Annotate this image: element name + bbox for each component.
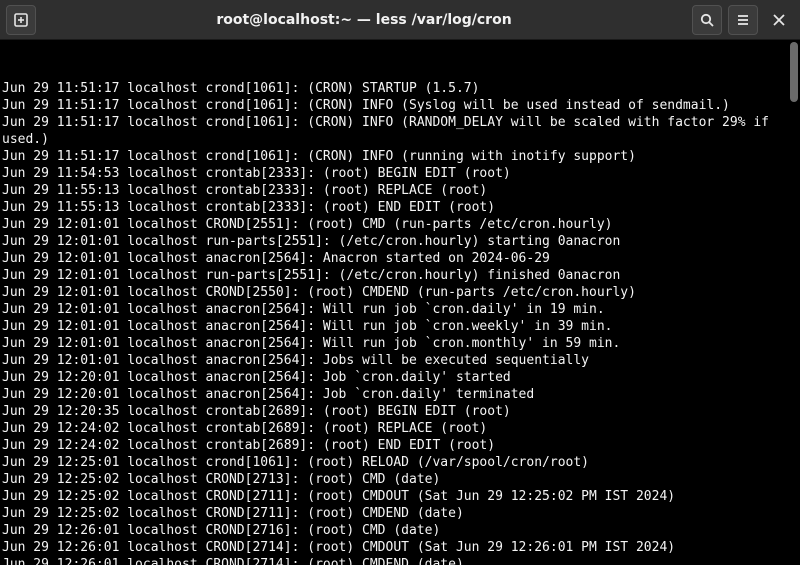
log-output: Jun 29 11:51:17 localhost crond[1061]: (… bbox=[2, 80, 798, 565]
log-line: Jun 29 12:01:01 localhost CROND[2550]: (… bbox=[2, 284, 798, 301]
new-tab-button[interactable] bbox=[6, 5, 36, 35]
window-titlebar: root@localhost:~ — less /var/log/cron bbox=[0, 0, 800, 40]
close-icon bbox=[772, 13, 786, 27]
log-line: Jun 29 12:26:01 localhost CROND[2714]: (… bbox=[2, 556, 798, 565]
close-button[interactable] bbox=[764, 5, 794, 35]
scrollbar-track[interactable] bbox=[788, 40, 800, 565]
window-title: root@localhost:~ — less /var/log/cron bbox=[36, 12, 692, 28]
scrollbar-thumb[interactable] bbox=[790, 42, 798, 102]
log-line: Jun 29 12:01:01 localhost CROND[2551]: (… bbox=[2, 216, 798, 233]
log-line: Jun 29 12:20:01 localhost anacron[2564]:… bbox=[2, 369, 798, 386]
log-line: Jun 29 12:25:02 localhost CROND[2711]: (… bbox=[2, 505, 798, 522]
log-line: Jun 29 12:24:02 localhost crontab[2689]:… bbox=[2, 437, 798, 454]
log-line: Jun 29 12:01:01 localhost anacron[2564]:… bbox=[2, 352, 798, 369]
log-line: Jun 29 12:25:02 localhost CROND[2713]: (… bbox=[2, 471, 798, 488]
log-line: Jun 29 12:01:01 localhost anacron[2564]:… bbox=[2, 318, 798, 335]
log-line: Jun 29 11:55:13 localhost crontab[2333]:… bbox=[2, 199, 798, 216]
log-line: Jun 29 12:26:01 localhost CROND[2714]: (… bbox=[2, 539, 798, 556]
search-icon bbox=[699, 12, 715, 28]
log-line: Jun 29 12:20:01 localhost anacron[2564]:… bbox=[2, 386, 798, 403]
log-line: Jun 29 11:51:17 localhost crond[1061]: (… bbox=[2, 148, 798, 165]
log-line: Jun 29 11:51:17 localhost crond[1061]: (… bbox=[2, 97, 798, 114]
log-line: Jun 29 12:01:01 localhost anacron[2564]:… bbox=[2, 335, 798, 352]
log-line: Jun 29 12:01:01 localhost run-parts[2551… bbox=[2, 233, 798, 250]
log-line: Jun 29 12:25:02 localhost CROND[2711]: (… bbox=[2, 488, 798, 505]
menu-button[interactable] bbox=[728, 5, 758, 35]
log-line: Jun 29 11:51:17 localhost crond[1061]: (… bbox=[2, 80, 798, 97]
log-line: Jun 29 11:54:53 localhost crontab[2333]:… bbox=[2, 165, 798, 182]
log-line: Jun 29 12:01:01 localhost run-parts[2551… bbox=[2, 267, 798, 284]
search-button[interactable] bbox=[692, 5, 722, 35]
log-line: Jun 29 12:01:01 localhost anacron[2564]:… bbox=[2, 250, 798, 267]
log-line: Jun 29 12:24:02 localhost crontab[2689]:… bbox=[2, 420, 798, 437]
log-line: Jun 29 11:55:13 localhost crontab[2333]:… bbox=[2, 182, 798, 199]
log-line: Jun 29 12:20:35 localhost crontab[2689]:… bbox=[2, 403, 798, 420]
terminal-viewport[interactable]: Jun 29 11:51:17 localhost crond[1061]: (… bbox=[0, 40, 800, 565]
log-line: Jun 29 12:26:01 localhost CROND[2716]: (… bbox=[2, 522, 798, 539]
hamburger-icon bbox=[735, 12, 751, 28]
log-line: Jun 29 12:25:01 localhost crond[1061]: (… bbox=[2, 454, 798, 471]
log-line: Jun 29 12:01:01 localhost anacron[2564]:… bbox=[2, 301, 798, 318]
new-tab-icon bbox=[13, 12, 29, 28]
log-line: Jun 29 11:51:17 localhost crond[1061]: (… bbox=[2, 114, 798, 148]
